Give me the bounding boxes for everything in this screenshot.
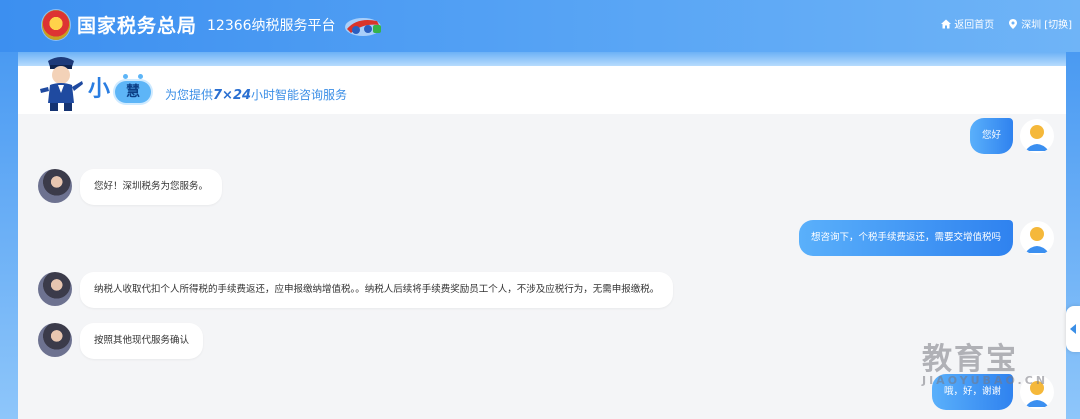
panel-top-gradient [18,52,1066,66]
home-link[interactable]: 返回首页 [941,16,994,31]
home-link-label: 返回首页 [954,20,995,31]
chevron-left-icon [1070,324,1076,334]
tagline-prefix: 为您提供 [165,88,214,102]
switch-location-link[interactable]: [切换] [1044,16,1072,31]
agent-avatar [38,169,72,203]
user-avatar-icon [1025,125,1049,151]
watermark-cn: 教育宝 [922,342,1018,377]
home-icon [941,19,952,28]
user-avatar-icon [1025,227,1049,253]
tagline-suffix: 小时智能咨询服务 [251,88,348,102]
chat-log[interactable]: 您好 您好！深圳税务为您服务。 想咨询下，个税手续费返还，需要交增值税吗 纳税人… [18,114,1066,419]
user-avatar [1020,221,1054,255]
user-message: 想咨询下，个税手续费返还，需要交增值税吗 [798,220,1013,256]
top-header: 国家税务总局 12366纳税服务平台 返回首页 深圳 [切换] [0,0,1080,52]
agent-message: 按照其他现代服务确认 [80,323,204,359]
location-pin-icon [1009,18,1018,29]
site-title: 国家税务总局 [77,15,198,37]
watermark: 教育宝 JIAOYUBAO.CN [922,342,1049,388]
user-avatar [1020,119,1054,153]
tagline-hours: 7×24 [213,88,252,103]
side-panel-toggle[interactable] [1066,306,1080,352]
left-margin [0,52,18,419]
right-margin [1066,52,1080,419]
location-label: 深圳 [1021,20,1042,31]
platform-name: 12366纳税服务平台 [207,18,336,34]
tax-officer-mascot [40,57,83,111]
agent-message: 纳税人收取代扣个人所得税的手续费返还，应申报缴纳增值税。。纳税人后续将手续费奖励… [80,272,674,308]
agent-avatar [38,272,72,306]
location-selector[interactable]: 深圳 [切换] [1008,16,1072,31]
agent-message: 您好！深圳税务为您服务。 [80,169,223,205]
top-links: 返回首页 深圳 [切换] [941,16,1072,31]
brand-hui-badge: 慧 [115,74,151,103]
brand-xiao: 小 [88,77,111,102]
watermark-en: JIAOYUBAO.CN [922,374,1049,387]
national-emblem-logo [42,10,70,40]
user-message: 您好 [969,118,1013,154]
agent-avatar [38,323,72,357]
service-tagline: 为您提供7×24小时智能咨询服务 [165,86,347,103]
platform-mascot-logo [345,18,381,36]
